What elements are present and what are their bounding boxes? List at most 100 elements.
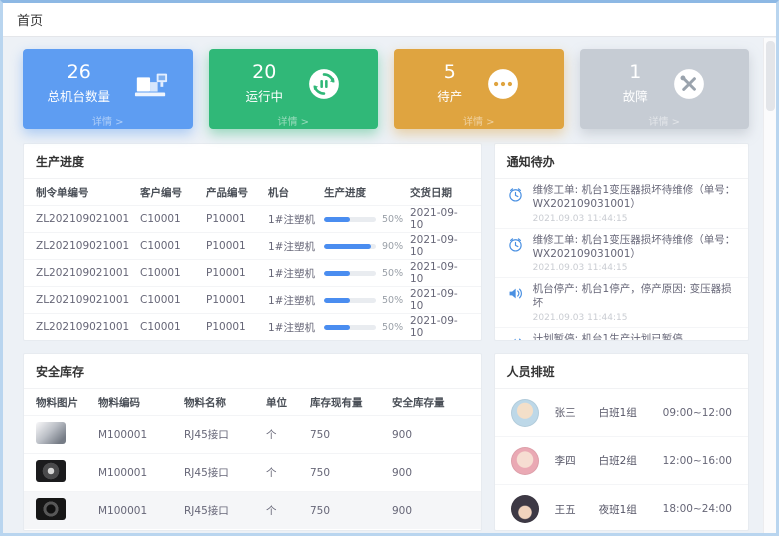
progress-fill	[324, 325, 350, 330]
person-name: 张三	[555, 405, 599, 420]
delivery-date: 2021-09-10	[410, 261, 469, 285]
progress-bar	[324, 244, 376, 249]
order-no: ZL202109021001	[36, 240, 140, 252]
stat-card-main: 1 故障	[580, 49, 750, 105]
material-code: M100001	[98, 467, 184, 479]
production-row[interactable]: ZL202109021001 C10001 P10001 1#注塑机 50%	[24, 259, 481, 286]
delivery-date: 2021-09-10	[410, 288, 469, 312]
stat-card[interactable]: 1 故障	[580, 49, 750, 129]
production-panel: 生产进度 制令单编号 客户编号 产品编号 机台 生产进度 交货日期 ZL2021	[23, 143, 482, 341]
col-customer-no: 客户编号	[140, 185, 206, 200]
material-photo	[36, 498, 66, 520]
notice-item[interactable]: 计划暂停: 机台1生产计划已暂停 2021.09.03 11:44:15	[495, 328, 748, 341]
scrollbar-track[interactable]	[763, 38, 776, 533]
product-no: P10001	[206, 213, 268, 225]
notice-item[interactable]: 维修工单: 机台1变压器损坏待维修（单号：WX202109031001） 202…	[495, 229, 748, 279]
col-machine: 机台	[268, 185, 324, 200]
col-stock-on-hand: 库存现有量	[310, 395, 392, 410]
machine-name: 1#注塑机	[268, 293, 324, 308]
col-material-image: 物料图片	[36, 395, 98, 410]
progress-percent: 90%	[382, 241, 403, 252]
safety-stock: 900	[392, 505, 469, 517]
machine-name: 1#注塑机	[268, 266, 324, 281]
stat-detail-link[interactable]: 详情 >	[394, 113, 564, 128]
production-row[interactable]: ZL202109021001 C10001 P10001 1#注塑机 50%	[24, 286, 481, 313]
customer-no: C10001	[140, 294, 206, 306]
delivery-date: 2021-09-10	[410, 315, 469, 339]
page-title[interactable]: 首页	[17, 10, 43, 29]
progress-cell: 90%	[324, 241, 410, 252]
stat-card[interactable]: 5 待产	[394, 49, 564, 129]
stat-card-text: 20 运行中	[245, 62, 283, 105]
stat-value: 1	[623, 62, 648, 83]
material-photo	[36, 422, 66, 444]
page-header: 首页	[3, 3, 776, 37]
app-window: 首页 26 总机台数量	[0, 0, 779, 536]
delivery-date: 2021-09-10	[410, 207, 469, 231]
inventory-row[interactable]: M100001 RJ45接口 个 750 900	[24, 415, 481, 453]
machine-name: 1#注塑机	[268, 239, 324, 254]
shift-name: 夜班1组	[599, 502, 663, 517]
stat-card-text: 26 总机台数量	[47, 62, 110, 105]
stat-detail-link[interactable]: 详情 >	[23, 113, 193, 128]
unit: 个	[266, 503, 310, 518]
ellipsis-icon	[486, 67, 520, 101]
running-icon	[307, 67, 341, 101]
notice-body: 维修工单: 机台1变压器损坏待维修（单号：WX202109031001） 202…	[533, 234, 736, 274]
progress-percent: 50%	[382, 322, 403, 333]
progress-cell: 50%	[324, 268, 410, 279]
stat-detail-link[interactable]: 详情 >	[209, 113, 379, 128]
material-code: M100001	[98, 429, 184, 441]
stat-card-main: 20 运行中	[209, 49, 379, 105]
shift-time: 12:00~16:00	[663, 455, 732, 467]
clock-icon	[507, 236, 524, 253]
schedule-row: 李四 白班2组 12:00~16:00	[495, 437, 748, 485]
notice-item[interactable]: 维修工单: 机台1变压器损坏待维修（单号：WX202109031001） 202…	[495, 179, 748, 229]
order-no: ZL202109021001	[36, 294, 140, 306]
material-photo	[36, 460, 66, 482]
stat-label: 运行中	[245, 86, 283, 105]
stat-value: 5	[437, 62, 462, 83]
speaker-icon	[507, 335, 524, 341]
stat-card[interactable]: 20 运行中	[209, 49, 379, 129]
right-column: 通知待办	[494, 143, 749, 531]
stat-icon	[307, 67, 341, 101]
stat-card-text: 5 待产	[437, 62, 462, 105]
production-row[interactable]: ZL202109021001 C10001 P10001 1#注塑机 50%	[24, 205, 481, 232]
schedule-row: 王五 夜班1组 18:00~24:00	[495, 485, 748, 531]
stat-icon	[134, 67, 168, 101]
delivery-date: 2021-09-10	[410, 234, 469, 258]
inventory-row[interactable]: M100001 RJ45接口 个 750 900	[24, 491, 481, 529]
order-no: ZL202109021001	[36, 213, 140, 225]
notices-list: 维修工单: 机台1变压器损坏待维修（单号：WX202109031001） 202…	[495, 179, 748, 341]
inventory-panel: 安全库存 物料图片 物料编码 物料名称 单位 库存现有量 安全库存量	[23, 353, 482, 531]
notice-text: 维修工单: 机台1变压器损坏待维修（单号：WX202109031001）	[533, 234, 736, 262]
production-row[interactable]: ZL202109021001 C10001 P10001 1#注塑机 90%	[24, 232, 481, 259]
notice-text: 维修工单: 机台1变压器损坏待维修（单号：WX202109031001）	[533, 184, 736, 212]
production-row[interactable]: ZL202109021001 C10001 P10001 1#注塑机 50%	[24, 313, 481, 340]
scrollbar-thumb[interactable]	[766, 41, 775, 111]
col-unit: 单位	[266, 395, 310, 410]
notice-item[interactable]: 机台停产: 机台1停产，停产原因: 变压器损坏 2021.09.03 11:44…	[495, 278, 748, 328]
product-no: P10001	[206, 321, 268, 333]
schedule-panel-title: 人员排班	[495, 354, 748, 389]
stat-card[interactable]: 26 总机台数量	[23, 49, 193, 129]
stat-card-main: 26 总机台数量	[23, 49, 193, 105]
safety-stock: 900	[392, 467, 469, 479]
stat-value: 20	[245, 62, 283, 83]
progress-percent: 50%	[382, 214, 403, 225]
shift-time: 09:00~12:00	[663, 407, 732, 419]
machine-name: 1#注塑机	[268, 320, 324, 335]
product-no: P10001	[206, 294, 268, 306]
stat-detail-link[interactable]: 详情 >	[580, 113, 750, 128]
col-product-no: 产品编号	[206, 185, 268, 200]
material-code: M100001	[98, 505, 184, 517]
notice-icon-wrap	[507, 184, 525, 224]
stat-icon	[486, 67, 520, 101]
machine-name: 1#注塑机	[268, 212, 324, 227]
notice-body: 计划暂停: 机台1生产计划已暂停 2021.09.03 11:44:15	[533, 333, 683, 341]
unit: 个	[266, 465, 310, 480]
progress-fill	[324, 244, 371, 249]
inventory-row[interactable]: M100001 RJ45接口 个 750 900	[24, 453, 481, 491]
shift-name: 白班1组	[599, 405, 663, 420]
